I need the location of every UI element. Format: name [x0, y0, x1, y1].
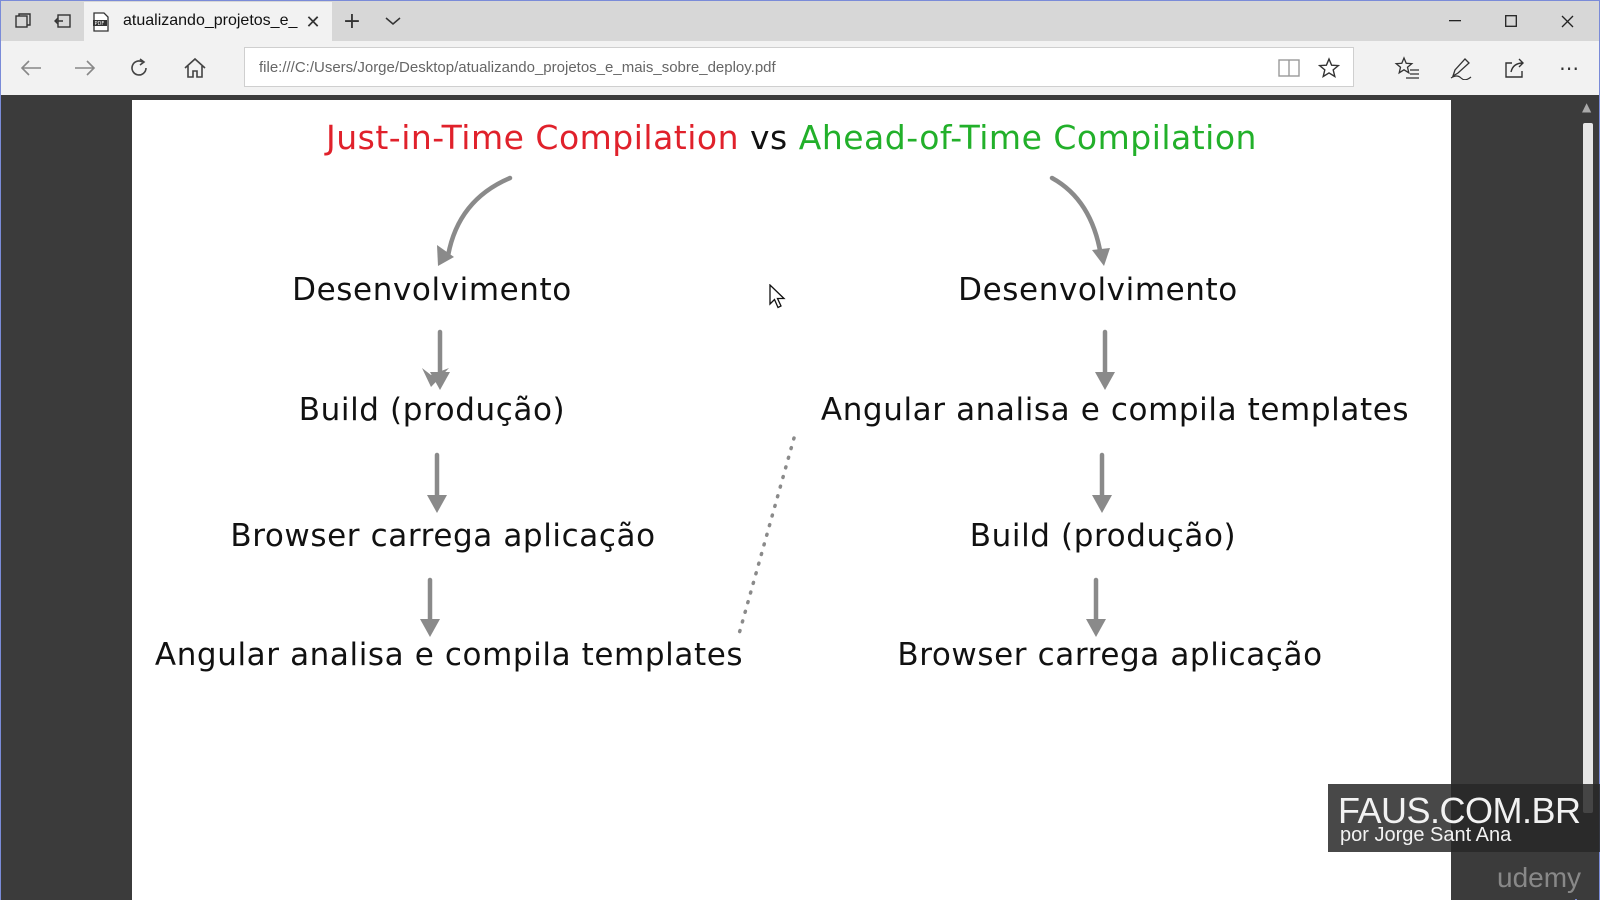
mouse-cursor-icon: [769, 283, 787, 314]
jit-step-1: Desenvolvimento: [292, 272, 572, 308]
scrollbar-thumb[interactable]: [1583, 123, 1593, 813]
tab-close-icon[interactable]: ✕: [302, 11, 324, 33]
chevron-down-icon[interactable]: [381, 9, 405, 33]
jit-step-3: Browser carrega aplicação: [230, 518, 656, 554]
new-tab-icon[interactable]: +: [340, 9, 364, 34]
tab-preview-icon[interactable]: [11, 9, 35, 33]
tab-title: atualizando_projetos_e_: [123, 12, 298, 29]
curved-arrow-right: [1049, 175, 1104, 259]
forward-icon[interactable]: [71, 54, 99, 82]
svg-text:PDF: PDF: [95, 21, 105, 27]
vertical-scrollbar[interactable]: ▲: [1577, 95, 1599, 900]
flow-arrows: [420, 175, 1115, 637]
reading-view-icon[interactable]: [1277, 56, 1301, 80]
aot-step-3: Build (produção): [969, 518, 1237, 554]
close-window-icon[interactable]: [1539, 1, 1595, 41]
jit-step-4: Angular analisa e compila templates: [154, 637, 744, 673]
tab-active[interactable]: PDF atualizando_projetos_e_ ✕: [84, 2, 332, 41]
jit-step-2: Build (produção): [298, 392, 566, 428]
navigation-bar: file:///C:/Users/Jorge/Desktop/atualizan…: [1, 41, 1599, 95]
set-aside-tabs-icon[interactable]: [51, 9, 75, 33]
address-bar[interactable]: file:///C:/Users/Jorge/Desktop/atualizan…: [244, 47, 1354, 87]
tab-bar: PDF atualizando_projetos_e_ ✕ +: [1, 1, 1599, 41]
dotted-connector: [737, 436, 796, 636]
watermark-author: por Jorge Sant Ana: [1340, 824, 1512, 846]
aot-step-1: Desenvolvimento: [958, 272, 1238, 308]
curved-arrow-left: [445, 175, 513, 259]
share-icon[interactable]: [1501, 54, 1529, 82]
scroll-up-icon[interactable]: ▲: [1582, 100, 1591, 114]
pdf-page: Just-in-Time Compilation vs Ahead-of-Tim…: [132, 100, 1451, 900]
maximize-icon[interactable]: [1483, 1, 1539, 41]
brand-watermark: FAUS.COM.BR por Jorge Sant Ana: [1328, 784, 1600, 852]
refresh-icon[interactable]: [125, 54, 153, 82]
minimize-icon[interactable]: [1427, 1, 1483, 41]
url-text: file:///C:/Users/Jorge/Desktop/atualizan…: [259, 59, 776, 76]
aot-step-2: Angular analisa e compila templates: [820, 392, 1410, 428]
favorites-hub-icon[interactable]: [1393, 54, 1421, 82]
pdf-icon: PDF: [92, 12, 110, 32]
back-icon[interactable]: [17, 54, 45, 82]
home-icon[interactable]: [181, 54, 209, 82]
pen-icon[interactable]: [1447, 54, 1475, 82]
favorite-star-icon[interactable]: [1317, 56, 1341, 80]
aot-step-4: Browser carrega aplicação: [897, 637, 1323, 673]
udemy-watermark: udemy: [1497, 862, 1582, 893]
more-menu-icon[interactable]: ⋯: [1555, 54, 1583, 82]
